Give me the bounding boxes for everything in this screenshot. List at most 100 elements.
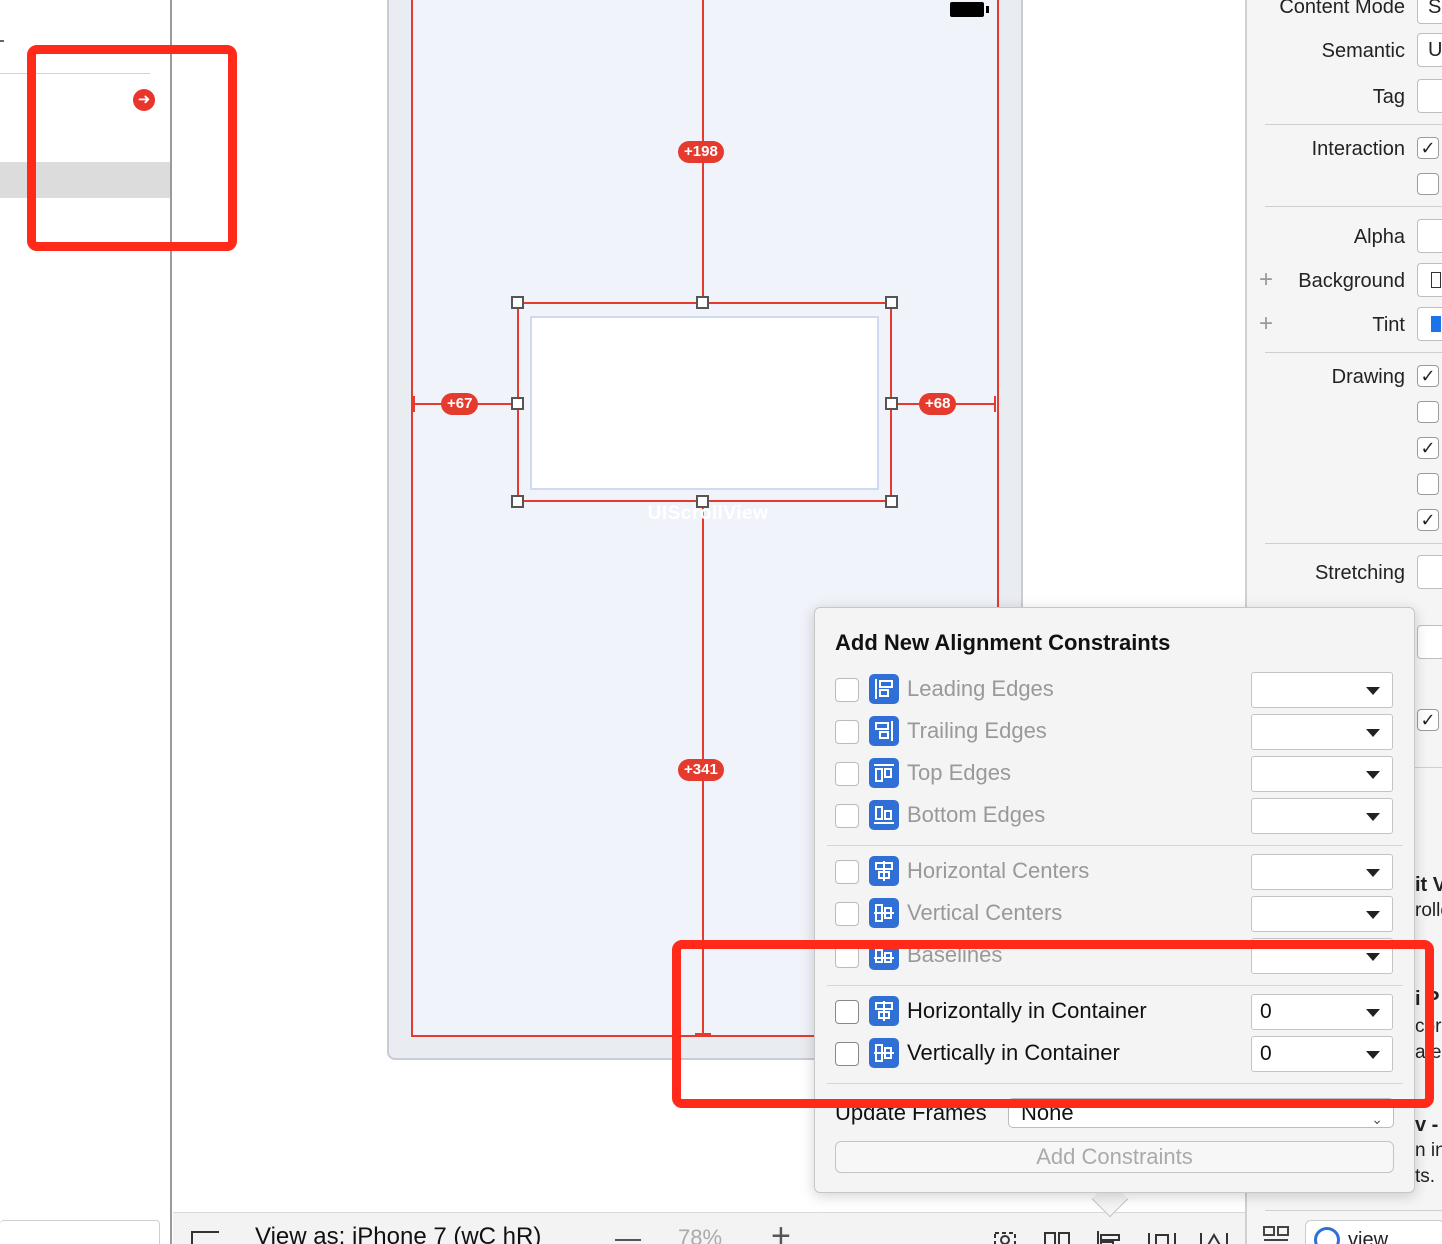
content-mode-select[interactable]: S [1417, 0, 1442, 24]
vertical-centers-row: Vertical Centers [835, 896, 1395, 932]
trailing-edges-value[interactable] [1251, 714, 1393, 750]
clears-graphics-checkbox[interactable]: ✓ [1417, 437, 1439, 459]
resize-handle[interactable] [511, 296, 524, 309]
object-library-filter[interactable]: view [1305, 1220, 1442, 1244]
zoom-level: 78% [678, 1225, 723, 1244]
trailing-constraint-cap [994, 396, 996, 412]
top-constraint-badge[interactable]: +198 [678, 141, 724, 163]
inspector-checkbox[interactable]: ✓ [1417, 709, 1439, 731]
inspector-divider [1265, 124, 1442, 125]
bottom-edges-value[interactable] [1251, 798, 1393, 834]
top-edges-icon [869, 758, 899, 788]
tag-field[interactable] [1417, 79, 1442, 113]
trailing-edges-label: Trailing Edges [907, 718, 1047, 743]
tint-swatch [1431, 316, 1441, 332]
scroll-view[interactable] [517, 302, 892, 502]
multiple-touch-checkbox[interactable] [1417, 173, 1439, 195]
resize-handle[interactable] [511, 495, 524, 508]
top-edges-value[interactable] [1251, 756, 1393, 792]
bottom-edges-icon [869, 800, 899, 830]
leading-constraint-badge[interactable]: +67 [441, 393, 479, 415]
autoresize-subviews-checkbox[interactable]: ✓ [1417, 509, 1439, 531]
vertical-centers-label: Vertical Centers [907, 900, 1063, 925]
drawing-label: Drawing [1331, 366, 1405, 388]
top-edges-label: Top Edges [907, 760, 1011, 785]
pin-icon[interactable] [1147, 1227, 1177, 1244]
content-mode-label: Content Mode [1279, 0, 1405, 18]
leading-edges-icon [869, 674, 899, 704]
horizontal-centers-icon [869, 856, 899, 886]
annotation-highlight [27, 45, 237, 251]
navigator-filter-field[interactable] [0, 1220, 160, 1244]
alpha-field[interactable] [1417, 219, 1442, 253]
top-edges-checkbox[interactable] [835, 762, 859, 786]
zoom-out-icon[interactable] [615, 1239, 641, 1241]
inspector-divider [1265, 206, 1442, 207]
tint-add-icon[interactable]: + [1259, 310, 1273, 338]
resize-handle[interactable] [885, 495, 898, 508]
resolve-issues-icon[interactable] [1199, 1227, 1229, 1244]
inspector-peek-text: ts. [1415, 1166, 1436, 1187]
resize-handle[interactable] [885, 296, 898, 309]
alpha-label: Alpha [1353, 226, 1405, 248]
opaque-checkbox[interactable]: ✓ [1417, 365, 1439, 387]
bottom-edges-checkbox[interactable] [835, 804, 859, 828]
resize-handle[interactable] [696, 296, 709, 309]
horizontal-centers-checkbox[interactable] [835, 860, 859, 884]
resize-handle[interactable] [511, 397, 524, 410]
view-object-icon [1314, 1227, 1340, 1244]
semantic-select[interactable]: U [1417, 33, 1442, 67]
semantic-label: Semantic [1321, 40, 1405, 62]
background-add-icon[interactable]: + [1259, 266, 1273, 294]
add-constraints-button[interactable]: Add Constraints [835, 1141, 1394, 1173]
leading-edges-row: Leading Edges [835, 672, 1395, 708]
tag-label: Tag [1372, 86, 1405, 108]
stretching-field[interactable] [1417, 555, 1442, 589]
trailing-edges-row: Trailing Edges [835, 714, 1395, 750]
popover-divider [827, 845, 1403, 846]
object-library-tab: view [1348, 1229, 1389, 1244]
toggle-outline-icon[interactable] [191, 1231, 219, 1244]
bottom-edges-row: Bottom Edges [835, 798, 1395, 834]
zoom-in-icon[interactable]: + [771, 1219, 791, 1244]
bottom-edges-label: Bottom Edges [907, 802, 1046, 827]
horizontal-centers-row: Horizontal Centers [835, 854, 1395, 890]
user-interaction-checkbox[interactable]: ✓ [1417, 137, 1439, 159]
grid-view-icon[interactable] [1263, 1226, 1289, 1244]
resize-handle[interactable] [885, 397, 898, 410]
update-frames-icon[interactable] [991, 1227, 1021, 1244]
horizontal-centers-value[interactable] [1251, 854, 1393, 890]
vertical-centers-value[interactable] [1251, 896, 1393, 932]
view-as-device-label[interactable]: View as: iPhone 7 (wC hR) [255, 1223, 541, 1244]
background-label: Background [1298, 270, 1405, 292]
inspector-divider [1265, 543, 1442, 544]
clip-to-bounds-checkbox[interactable] [1417, 473, 1439, 495]
resize-handle[interactable] [696, 495, 709, 508]
popover-title: Add New Alignment Constraints [835, 630, 1171, 655]
vertical-centers-icon [869, 898, 899, 928]
trailing-edges-checkbox[interactable] [835, 720, 859, 744]
hidden-checkbox[interactable] [1417, 401, 1439, 423]
stack-icon[interactable] [1043, 1227, 1073, 1244]
inspector-peek-text: rolle [1415, 900, 1442, 921]
leading-edges-label: Leading Edges [907, 676, 1054, 701]
leading-constraint-cap [413, 396, 415, 412]
inspector-divider [1265, 1210, 1442, 1211]
inspector-peek-text: it V [1415, 874, 1442, 896]
inspector-peek-text: v - [1415, 1114, 1439, 1136]
interaction-label: Interaction [1311, 138, 1405, 160]
background-swatch [1431, 272, 1441, 288]
scroll-view-content [530, 316, 879, 490]
canvas-bottom-bar: View as: iPhone 7 (wC hR) 78% + [173, 1212, 1245, 1244]
bottom-constraint-badge[interactable]: +341 [678, 759, 724, 781]
inspector-divider [1265, 352, 1442, 353]
align-icon[interactable] [1095, 1227, 1125, 1244]
trailing-constraint-badge[interactable]: +68 [919, 393, 957, 415]
stretching-label: Stretching [1314, 562, 1405, 584]
leading-edges-checkbox[interactable] [835, 678, 859, 702]
leading-edges-value[interactable] [1251, 672, 1393, 708]
inspector-field[interactable] [1417, 625, 1442, 659]
inspector-peek-text: n in [1415, 1140, 1442, 1161]
vertical-centers-checkbox[interactable] [835, 902, 859, 926]
annotation-highlight [672, 940, 1434, 1108]
